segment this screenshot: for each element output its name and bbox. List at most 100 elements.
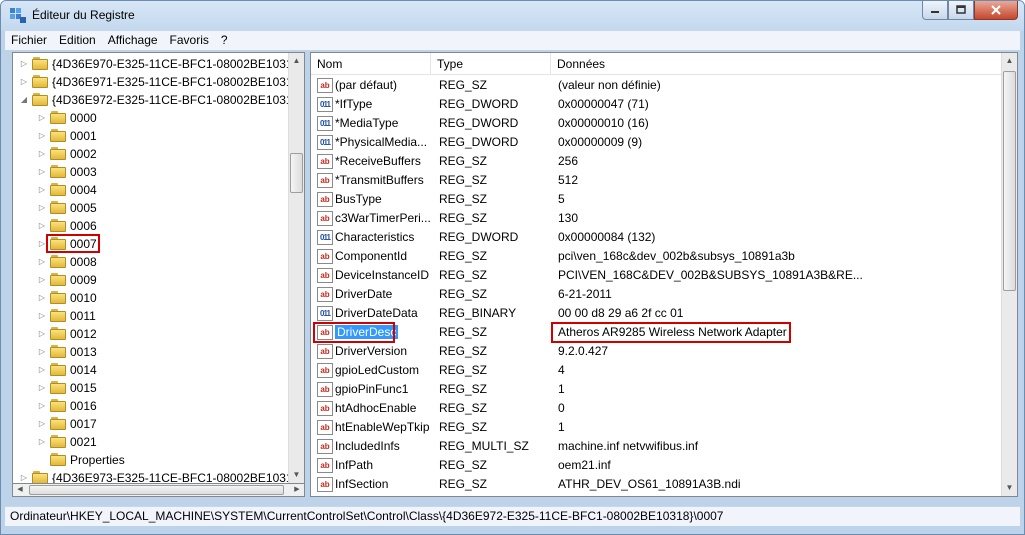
list-row[interactable]: ab InfSection REG_SZ ATHR_DEV_OS61_10891A3B…	[311, 475, 1001, 494]
tree-item[interactable]: ▷ 0004	[13, 181, 289, 199]
expand-arrow-icon[interactable]: ▷	[37, 307, 47, 325]
folder-icon	[50, 219, 66, 232]
menu-help[interactable]: ?	[215, 31, 234, 50]
menu-fichier[interactable]: Fichier	[5, 31, 53, 50]
expand-arrow-icon[interactable]: ▷	[19, 469, 29, 483]
folder-icon	[50, 327, 66, 340]
tree-item[interactable]: ▷ 0015	[13, 379, 289, 397]
expand-arrow-icon[interactable]: ▷	[37, 289, 47, 307]
scroll-up-icon[interactable]: ▲	[1002, 53, 1017, 69]
scroll-left-icon[interactable]: ◀	[13, 484, 27, 496]
tree-item[interactable]: ▷ 0017	[13, 415, 289, 433]
expand-arrow-icon[interactable]: ▷	[19, 55, 29, 73]
list-row[interactable]: ab IncludedInfs REG_MULTI_SZ machine.inf ne…	[311, 437, 1001, 456]
expand-arrow-icon[interactable]: ▷	[37, 415, 47, 433]
list-row[interactable]: ab htEnableWepTkip REG_SZ 1	[311, 418, 1001, 437]
list-row[interactable]: ab ComponentId REG_SZ pci\ven_168c&dev_002b…	[311, 247, 1001, 266]
expand-arrow-icon[interactable]: ▷	[37, 433, 47, 451]
tree-item-label: 0015	[70, 381, 97, 395]
tree-item[interactable]: ▷ 0012	[13, 325, 289, 343]
value-type: REG_SZ	[439, 78, 488, 92]
tree-item[interactable]: Properties	[13, 451, 289, 469]
menu-favoris[interactable]: Favoris	[164, 31, 215, 50]
tree-item[interactable]: ▷ 0010	[13, 289, 289, 307]
tree-item[interactable]: ▷ 0013	[13, 343, 289, 361]
scroll-up-icon[interactable]: ▲	[289, 53, 304, 69]
list-row[interactable]: ab DeviceInstanceID REG_SZ PCI\VEN_168C&DEV…	[311, 266, 1001, 285]
tree-item[interactable]: ▷ {4D36E973-E325-11CE-BFC1-08002BE10318}	[13, 469, 303, 483]
tree-item[interactable]: ▷ 0008	[13, 253, 289, 271]
list-row[interactable]: ab *TransmitBuffers REG_SZ 512	[311, 171, 1001, 190]
list-row[interactable]: ab c3WarTimerPeri... REG_SZ 130	[311, 209, 1001, 228]
list-row[interactable]: 011 DriverDateData REG_BINARY 00 00 d8 29 a…	[311, 304, 1001, 323]
list-row[interactable]: ab DriverDesc REG_SZ Atheros AR9285 Wireles…	[311, 322, 1001, 343]
collapse-arrow-icon[interactable]: ◢	[19, 91, 29, 109]
list-row[interactable]: ab htAdhocEnable REG_SZ 0	[311, 399, 1001, 418]
list-row[interactable]: ab (par défaut) REG_SZ (valeur non définie)	[311, 76, 1001, 95]
tree-item[interactable]: ▷ 0002	[13, 145, 289, 163]
expand-arrow-icon[interactable]: ▷	[37, 217, 47, 235]
tree-item-label: 0004	[70, 183, 97, 197]
scroll-down-icon[interactable]: ▼	[1002, 480, 1017, 496]
list-row[interactable]: ab *ReceiveBuffers REG_SZ 256	[311, 152, 1001, 171]
menu-affichage[interactable]: Affichage	[102, 31, 164, 50]
values-pane[interactable]: Nom Type Données ab (par défaut) REG_SZ (va…	[310, 52, 1018, 497]
list-row[interactable]: 011 *PhysicalMedia... REG_DWORD 0x00000009 …	[311, 133, 1001, 152]
expand-arrow-icon[interactable]: ▷	[37, 343, 47, 361]
maximize-button[interactable]	[948, 1, 974, 20]
tree-item[interactable]: ▷ {4D36E970-E325-11CE-BFC1-08002BE10318}	[13, 55, 303, 73]
expand-arrow-icon[interactable]: ▷	[37, 109, 47, 127]
tree-item[interactable]: ▷ 0014	[13, 361, 289, 379]
expand-arrow-icon[interactable]: ▷	[37, 199, 47, 217]
expand-arrow-icon[interactable]: ▷	[37, 145, 47, 163]
expand-arrow-icon[interactable]: ▷	[37, 127, 47, 145]
scroll-thumb[interactable]	[290, 153, 303, 193]
tree-item[interactable]: ▷ 0007	[13, 234, 289, 253]
list-row[interactable]: ab gpioLedCustom REG_SZ 4	[311, 361, 1001, 380]
tree-item[interactable]: ▷ 0001	[13, 127, 289, 145]
tree-item[interactable]: ▷ 0009	[13, 271, 289, 289]
expand-arrow-icon[interactable]: ▷	[19, 73, 29, 91]
scroll-down-icon[interactable]: ▼	[289, 467, 304, 483]
tree-item[interactable]: ▷ 0021	[13, 433, 289, 451]
tree-pane[interactable]: ▷ {4D36E970-E325-11CE-BFC1-08002BE10318} ▷…	[12, 52, 305, 484]
list-row[interactable]: abInfSectionExt REG_SZ .ANTAMRC1	[311, 494, 1001, 496]
tree-item[interactable]: ▷ 0016	[13, 397, 289, 415]
tree-item[interactable]: ▷ {4D36E971-E325-11CE-BFC1-08002BE10318}	[13, 73, 303, 91]
list-vertical-scrollbar[interactable]: ▲ ▼	[1001, 53, 1017, 496]
list-row[interactable]: ab InfPath REG_SZ oem21.inf	[311, 456, 1001, 475]
scroll-right-icon[interactable]: ▶	[290, 484, 304, 496]
expand-arrow-icon[interactable]: ▷	[37, 163, 47, 181]
tree-item[interactable]: ◢ {4D36E972-E325-11CE-BFC1-08002BE10318}	[13, 91, 303, 109]
list-row[interactable]: ab DriverVersion REG_SZ 9.2.0.427	[311, 342, 1001, 361]
title-bar[interactable]: Éditeur du Registre	[1, 1, 1024, 31]
column-header-type[interactable]: Type	[431, 53, 551, 75]
list-row[interactable]: 011 Characteristics REG_DWORD 0x00000084 (1…	[311, 228, 1001, 247]
tree-item[interactable]: ▷ 0000	[13, 109, 289, 127]
minimize-button[interactable]	[922, 1, 948, 20]
tree-item[interactable]: ▷ 0005	[13, 199, 289, 217]
list-row[interactable]: ab gpioPinFunc1 REG_SZ 1	[311, 380, 1001, 399]
tree-item[interactable]: ▷ 0006	[13, 217, 289, 235]
tree-horizontal-scrollbar[interactable]: ◀ ▶	[12, 484, 305, 497]
scroll-thumb-horizontal[interactable]	[29, 485, 284, 495]
tree-item[interactable]: ▷ 0011	[13, 307, 289, 325]
expand-arrow-icon[interactable]: ▷	[37, 379, 47, 397]
list-row[interactable]: ab BusType REG_SZ 5	[311, 190, 1001, 209]
list-row[interactable]: 011 *MediaType REG_DWORD 0x00000010 (16)	[311, 114, 1001, 133]
expand-arrow-icon[interactable]: ▷	[37, 361, 47, 379]
column-header-name[interactable]: Nom	[311, 53, 431, 75]
tree-item[interactable]: ▷ 0003	[13, 163, 289, 181]
expand-arrow-icon[interactable]: ▷	[37, 397, 47, 415]
column-header-data[interactable]: Données	[551, 53, 1001, 75]
expand-arrow-icon[interactable]: ▷	[37, 271, 47, 289]
scroll-thumb[interactable]	[1003, 71, 1016, 291]
expand-arrow-icon[interactable]: ▷	[37, 253, 47, 271]
expand-arrow-icon[interactable]: ▷	[37, 181, 47, 199]
menu-edition[interactable]: Edition	[53, 31, 102, 50]
expand-arrow-icon[interactable]: ▷	[37, 325, 47, 343]
tree-vertical-scrollbar[interactable]: ▲ ▼	[288, 53, 304, 483]
close-button[interactable]	[974, 1, 1018, 20]
list-row[interactable]: 011 *IfType REG_DWORD 0x00000047 (71)	[311, 95, 1001, 114]
list-row[interactable]: ab DriverDate REG_SZ 6-21-2011	[311, 285, 1001, 304]
